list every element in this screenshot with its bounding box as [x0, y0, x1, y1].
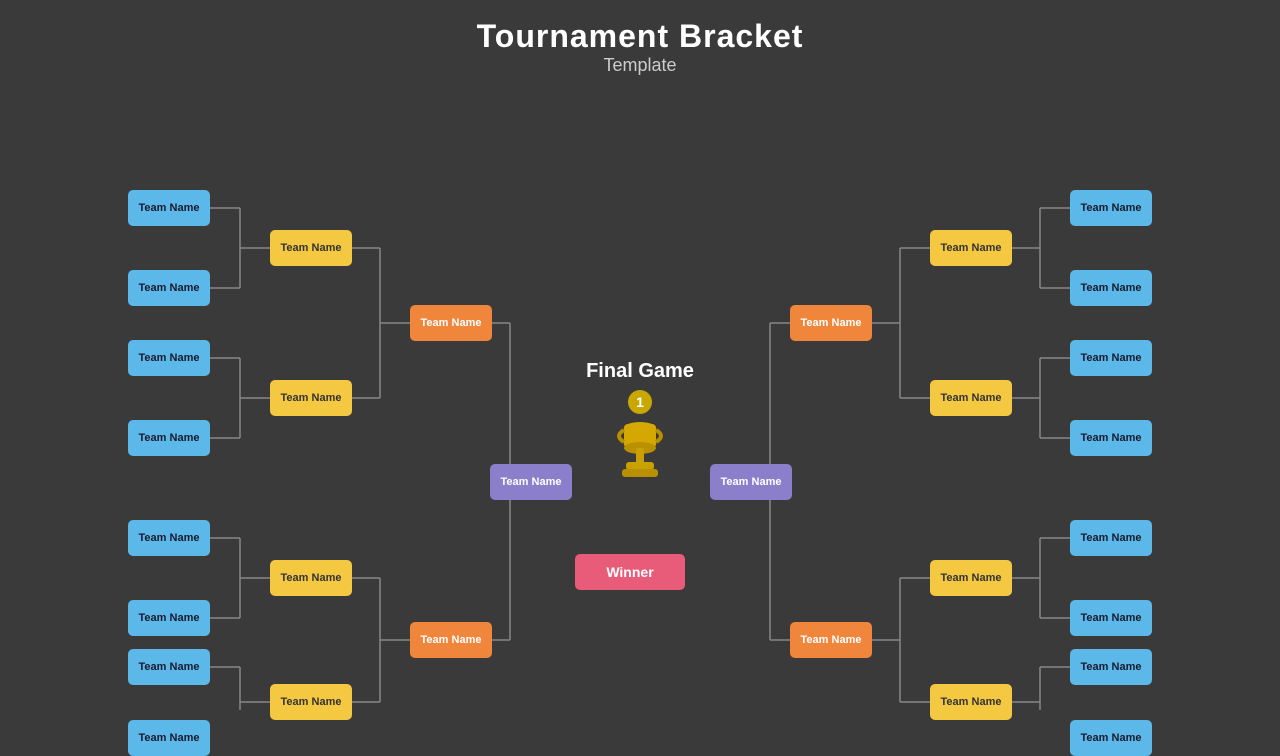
team-l1-2[interactable]: Team Name [128, 270, 210, 306]
bracket-container: Team Name Team Name Team Name Team Name … [0, 90, 1280, 710]
title-area: Tournament Bracket Template [0, 0, 1280, 76]
team-r3-1[interactable]: Team Name [790, 305, 872, 341]
final-game-label: Final Game [580, 360, 700, 383]
main-title: Tournament Bracket [0, 18, 1280, 55]
trophy: 1 [610, 390, 670, 490]
svg-text:1: 1 [636, 394, 644, 410]
team-l2-2[interactable]: Team Name [270, 380, 352, 416]
team-r1-2[interactable]: Team Name [1070, 270, 1152, 306]
team-r2-4[interactable]: Team Name [930, 684, 1012, 720]
team-l1-4[interactable]: Team Name [128, 420, 210, 456]
team-l2-1[interactable]: Team Name [270, 230, 352, 266]
team-l1-3[interactable]: Team Name [128, 340, 210, 376]
team-r2-1[interactable]: Team Name [930, 230, 1012, 266]
team-r1-8[interactable]: Team Name [1070, 720, 1152, 756]
team-r3-2[interactable]: Team Name [790, 622, 872, 658]
team-r2-2[interactable]: Team Name [930, 380, 1012, 416]
team-r1-5[interactable]: Team Name [1070, 520, 1152, 556]
team-l1-7[interactable]: Team Name [128, 649, 210, 685]
team-final-right[interactable]: Team Name [710, 464, 792, 500]
team-r1-7[interactable]: Team Name [1070, 649, 1152, 685]
team-r1-6[interactable]: Team Name [1070, 600, 1152, 636]
team-l1-1[interactable]: Team Name [128, 190, 210, 226]
team-l2-3[interactable]: Team Name [270, 560, 352, 596]
winner-box[interactable]: Winner [575, 554, 685, 590]
team-l3-1[interactable]: Team Name [410, 305, 492, 341]
team-final-left[interactable]: Team Name [490, 464, 572, 500]
team-l1-5[interactable]: Team Name [128, 520, 210, 556]
team-l2-4[interactable]: Team Name [270, 684, 352, 720]
team-l1-6[interactable]: Team Name [128, 600, 210, 636]
team-r1-1[interactable]: Team Name [1070, 190, 1152, 226]
team-r2-3[interactable]: Team Name [930, 560, 1012, 596]
team-r1-4[interactable]: Team Name [1070, 420, 1152, 456]
team-r1-3[interactable]: Team Name [1070, 340, 1152, 376]
sub-title: Template [0, 55, 1280, 76]
team-l1-8[interactable]: Team Name [128, 720, 210, 756]
team-l3-2[interactable]: Team Name [410, 622, 492, 658]
